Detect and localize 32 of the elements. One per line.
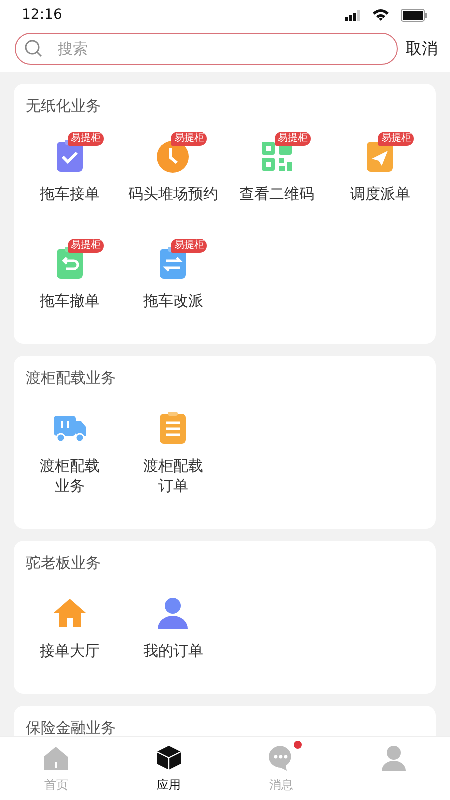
tag-badge: 易提柜 — [68, 239, 104, 253]
tag-badge: 易提柜 — [68, 132, 104, 146]
app-label[interactable]: 接单大厅 — [40, 641, 100, 661]
wifi-icon — [373, 9, 389, 21]
section-title: 无纸化业务 — [25, 96, 102, 116]
tag-badge: 易提柜 — [378, 132, 414, 146]
home-icon — [43, 745, 70, 771]
cancel-button[interactable]: 取消 — [406, 38, 438, 60]
chat-bubble-icon — [268, 745, 294, 771]
app-label[interactable]: 我的订单 — [143, 641, 204, 661]
app-label[interactable]: 拖车撤单 — [40, 291, 100, 311]
tag-badge: 易提柜 — [171, 239, 208, 253]
cube-icon — [156, 745, 182, 771]
app-label[interactable]: 码头堆场预约 — [128, 184, 218, 204]
section-title: 保险金融业务 — [25, 718, 117, 736]
app-label[interactable]: 渡柜配载业务 — [38, 456, 101, 496]
app-label[interactable]: 渡柜配载订单 — [142, 456, 204, 496]
search-icon — [25, 40, 43, 58]
tag-badge: 易提柜 — [171, 132, 208, 146]
tag-badge: 易提柜 — [274, 132, 311, 146]
user-icon — [380, 745, 407, 771]
app-label[interactable]: 拖车接单 — [40, 184, 100, 204]
signal-icon — [345, 10, 361, 20]
nav-tab[interactable]: 应用 — [112, 737, 225, 800]
section-title: 渡柜配载业务 — [25, 368, 117, 388]
battery-icon — [401, 8, 428, 22]
status-time: 12:16 — [22, 7, 62, 23]
app-label[interactable]: 拖车改派 — [143, 291, 204, 311]
app-label[interactable]: 查看二维码 — [239, 184, 314, 204]
app-label[interactable]: 调度派单 — [350, 184, 410, 204]
section-title: 驼老板业务 — [25, 553, 102, 573]
search-field[interactable]: 搜索 — [15, 33, 398, 65]
